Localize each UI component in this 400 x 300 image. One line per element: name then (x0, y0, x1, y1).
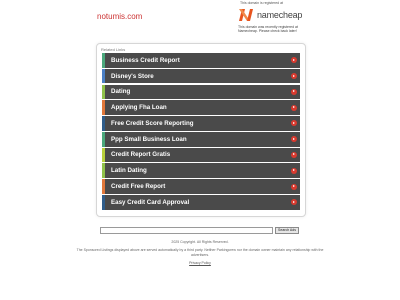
related-link-row[interactable]: Disney's Store (102, 68, 300, 84)
arrow-right-icon[interactable] (291, 199, 297, 206)
arrow-right-icon[interactable] (291, 183, 297, 190)
related-link-row[interactable]: Ppp Small Business Loan (102, 131, 300, 147)
namecheap-logo-icon (239, 9, 253, 21)
arrow-right-icon[interactable] (291, 88, 297, 95)
copyright-text: 2025 Copyright. All Rights Reserved. (171, 240, 229, 244)
related-link-label[interactable]: Ppp Small Business Loan (111, 136, 187, 143)
related-link-label[interactable]: Easy Credit Card Approval (111, 199, 189, 206)
namecheap-logo[interactable]: namecheap (238, 7, 302, 23)
row-accent-bar (102, 84, 105, 100)
related-link-label[interactable]: Disney's Store (111, 73, 154, 80)
arrow-right-icon[interactable] (291, 136, 297, 143)
related-link-label[interactable]: Latin Dating (111, 167, 147, 174)
related-link-row[interactable]: Applying Fha Loan (102, 100, 300, 115)
related-link-label[interactable]: Dating (111, 88, 130, 95)
related-link-row[interactable]: Latin Dating (102, 163, 300, 179)
disclaimer-text: The Sponsored Listings displayed above a… (76, 248, 324, 257)
row-accent-bar (102, 131, 105, 147)
domain-title: notumis.com (97, 12, 143, 21)
arrow-right-icon[interactable] (291, 104, 297, 111)
arrow-right-icon[interactable] (291, 57, 297, 64)
registrar-note: This domain was recently registered at N… (238, 25, 298, 34)
arrow-right-icon[interactable] (291, 120, 297, 127)
search-button[interactable]: Search Ads (275, 227, 299, 234)
related-link-label[interactable]: Free Credit Score Reporting (111, 120, 194, 127)
row-accent-bar (102, 163, 105, 179)
privacy-policy-link[interactable]: Privacy Policy (0, 261, 400, 265)
search-bar: Search Ads (100, 227, 299, 234)
row-accent-bar (102, 195, 105, 210)
row-accent-bar (102, 68, 105, 84)
related-link-row[interactable]: Credit Free Report (102, 179, 300, 194)
registrar-caption: This domain is registered at (240, 1, 283, 5)
related-link-row[interactable]: Free Credit Score Reporting (102, 116, 300, 131)
related-links-panel: Related Links Business Credit Report Disn… (96, 43, 306, 217)
related-link-row[interactable]: Easy Credit Card Approval (102, 195, 300, 210)
related-link-row[interactable]: Dating (102, 84, 300, 100)
related-link-label[interactable]: Business Credit Report (111, 57, 180, 64)
related-link-label[interactable]: Credit Free Report (111, 183, 165, 190)
related-link-row[interactable]: Credit Report Gratis (102, 147, 300, 163)
registrar-name: namecheap (257, 10, 303, 20)
row-accent-bar (102, 147, 105, 163)
related-link-label[interactable]: Applying Fha Loan (111, 104, 167, 111)
arrow-right-icon[interactable] (291, 151, 297, 158)
panel-heading: Related Links (101, 47, 126, 52)
row-accent-bar (102, 179, 105, 194)
arrow-right-icon[interactable] (291, 73, 297, 80)
row-accent-bar (102, 53, 105, 68)
row-accent-bar (102, 116, 105, 131)
arrow-right-icon[interactable] (291, 167, 297, 174)
related-link-label[interactable]: Credit Report Gratis (111, 151, 170, 158)
related-links-list: Business Credit Report Disney's Store Dati… (102, 53, 300, 210)
search-input[interactable] (100, 227, 273, 234)
related-link-row[interactable]: Business Credit Report (102, 53, 300, 68)
row-accent-bar (102, 100, 105, 115)
